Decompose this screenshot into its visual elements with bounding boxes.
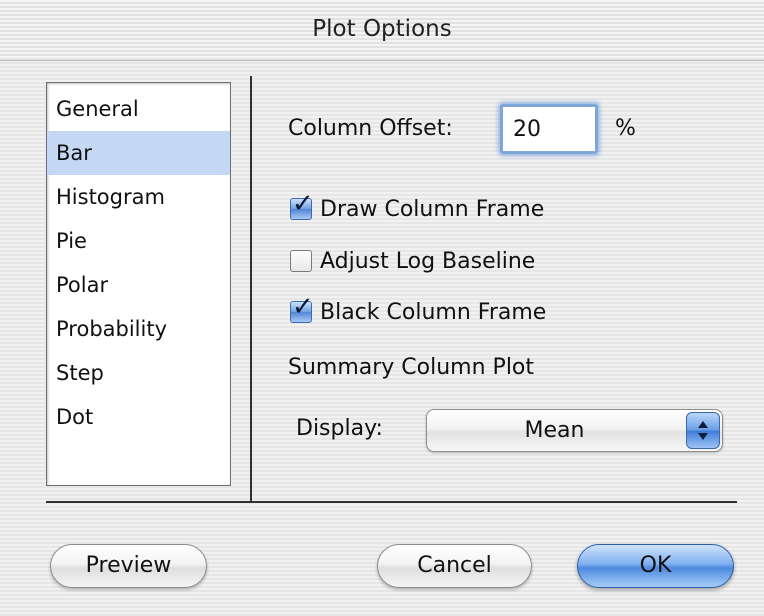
category-item-histogram[interactable]: Histogram <box>47 175 230 219</box>
adjust-log-baseline-row[interactable]: Adjust Log Baseline <box>290 246 535 276</box>
display-select-value: Mean <box>524 418 585 443</box>
vertical-divider <box>250 76 252 502</box>
draw-column-frame-label[interactable]: Draw Column Frame <box>320 197 544 222</box>
display-label: Display: <box>296 416 383 441</box>
category-list[interactable]: General Bar Histogram Pie Polar Probabil… <box>46 82 231 486</box>
checkmark-icon: ✓ <box>292 292 314 322</box>
window-title: Plot Options <box>312 16 452 42</box>
category-item-polar[interactable]: Polar <box>47 263 230 307</box>
column-offset-unit: % <box>615 116 636 141</box>
summary-column-plot-heading: Summary Column Plot <box>288 355 535 380</box>
plot-options-dialog: Plot Options General Bar Histogram Pie P… <box>0 0 764 616</box>
category-item-dot[interactable]: Dot <box>47 395 230 439</box>
black-column-frame-checkbox[interactable]: ✓ <box>290 292 314 323</box>
title-bar[interactable]: Plot Options <box>0 0 764 61</box>
black-column-frame-label[interactable]: Black Column Frame <box>320 300 546 325</box>
column-offset-input[interactable] <box>500 104 598 154</box>
display-select[interactable]: Mean <box>426 409 723 452</box>
draw-column-frame-row[interactable]: ✓ Draw Column Frame <box>290 189 544 224</box>
column-offset-label: Column Offset: <box>288 116 453 141</box>
category-item-pie[interactable]: Pie <box>47 219 230 263</box>
category-item-general[interactable]: General <box>47 87 230 131</box>
preview-button[interactable]: Preview <box>50 544 207 588</box>
category-item-probability[interactable]: Probability <box>47 307 230 351</box>
category-item-step[interactable]: Step <box>47 351 230 395</box>
category-item-bar[interactable]: Bar <box>47 131 230 175</box>
adjust-log-baseline-label[interactable]: Adjust Log Baseline <box>320 249 535 274</box>
cancel-button[interactable]: Cancel <box>377 544 532 588</box>
ok-button[interactable]: OK <box>577 544 734 588</box>
checkmark-icon: ✓ <box>292 189 314 219</box>
adjust-log-baseline-checkbox[interactable] <box>290 250 312 272</box>
draw-column-frame-checkbox[interactable]: ✓ <box>290 189 314 220</box>
horizontal-divider <box>46 501 737 503</box>
up-down-arrows-icon <box>686 412 720 449</box>
black-column-frame-row[interactable]: ✓ Black Column Frame <box>290 292 546 327</box>
